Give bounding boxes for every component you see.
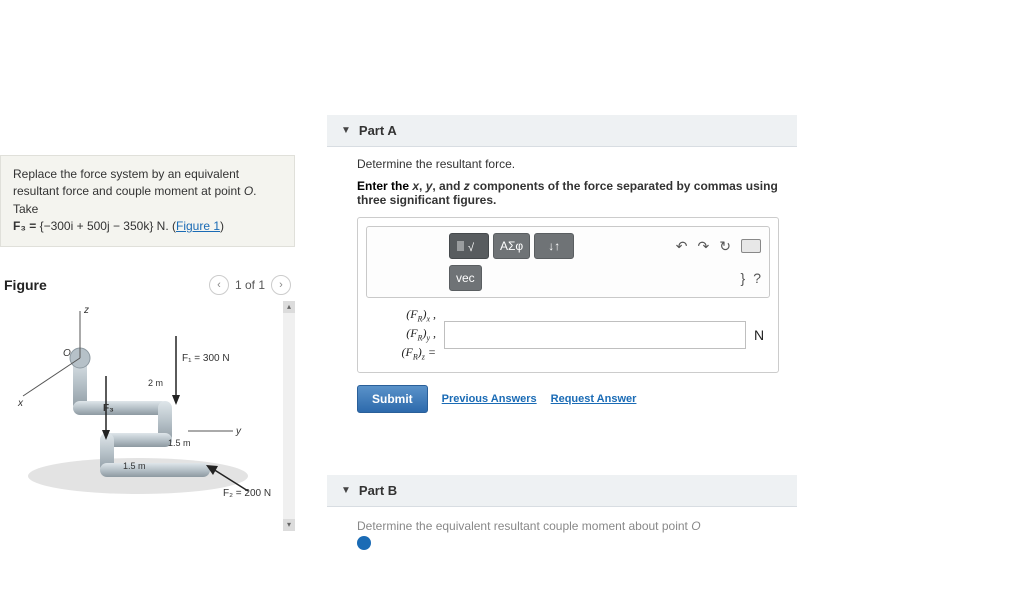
part-a-prompt: Determine the resultant force.: [357, 157, 779, 171]
figure-scrollbar[interactable]: ▴ ▾: [283, 301, 295, 531]
force-unit: N. (: [153, 219, 176, 233]
part-a-hint: Enter the x, y, and z components of the …: [357, 179, 779, 207]
request-answer-link[interactable]: Request Answer: [551, 393, 637, 405]
submit-button[interactable]: Submit: [357, 385, 428, 413]
redo-icon[interactable]: ↷: [698, 238, 710, 255]
figure-title: Figure: [4, 277, 47, 293]
part-a-title: Part A: [359, 123, 397, 138]
reset-icon[interactable]: ↻: [719, 238, 731, 255]
fr-components-label: (FR)x , (FR)y , (FR)z =: [366, 306, 436, 364]
scripts-button[interactable]: ↓↑: [534, 233, 574, 259]
part-b-header[interactable]: ▼ Part B: [327, 475, 797, 507]
svg-text:y: y: [235, 426, 242, 437]
svg-text:2 m: 2 m: [148, 378, 163, 388]
problem-statement: Replace the force system by an equivalen…: [0, 155, 295, 247]
svg-text:1.5 m: 1.5 m: [123, 461, 146, 471]
unit-label: N: [754, 327, 770, 343]
collapse-icon: ▼: [341, 125, 351, 136]
svg-text:F₂ = 200 N: F₂ = 200 N: [223, 488, 271, 499]
svg-text:x: x: [17, 398, 24, 409]
figure-diagram: z x y O F₁ = 300 N F₂ = 200 N F₃ 2 m 1.5…: [8, 301, 288, 521]
answer-input[interactable]: [444, 321, 746, 349]
figure-link[interactable]: Figure 1: [176, 219, 220, 233]
part-b-title: Part B: [359, 483, 397, 498]
svg-text:√: √: [468, 242, 475, 254]
figure-next-button[interactable]: ›: [271, 275, 291, 295]
figure-count: 1 of 1: [235, 278, 265, 292]
svg-text:F₃: F₃: [103, 403, 114, 414]
keyboard-icon[interactable]: [741, 239, 761, 253]
part-a-header[interactable]: ▼ Part A: [327, 115, 797, 147]
help-icon[interactable]: ?: [753, 270, 761, 286]
svg-text:F₁ = 300 N: F₁ = 300 N: [182, 353, 230, 364]
math-toolbar: √ ΑΣφ ↓↑ ↶ ↷ ↻ vec: [366, 226, 770, 298]
svg-text:1.5 m: 1.5 m: [168, 438, 191, 448]
figure-prev-button[interactable]: ‹: [209, 275, 229, 295]
greek-button[interactable]: ΑΣφ: [493, 233, 530, 259]
scroll-up-icon[interactable]: ▴: [283, 301, 295, 313]
svg-text:z: z: [83, 305, 89, 316]
vec-button[interactable]: vec: [449, 265, 482, 291]
close-paren: ): [220, 219, 224, 233]
point-o: O: [244, 184, 253, 198]
figure-panel: z x y O F₁ = 300 N F₂ = 200 N F₃ 2 m 1.5…: [0, 301, 295, 531]
part-b-prompt: Determine the equivalent resultant coupl…: [357, 519, 701, 533]
template-picker-button[interactable]: √: [449, 233, 489, 259]
collapse-icon: ▼: [341, 485, 351, 496]
help-brace[interactable]: }: [741, 270, 746, 286]
svg-text:O: O: [63, 348, 71, 359]
force-lhs: F₃ =: [13, 219, 40, 233]
problem-text-1: Replace the force system by an equivalen…: [13, 167, 244, 198]
force-vec: {−300i + 500j − 350k}: [40, 219, 154, 233]
info-dot-icon[interactable]: [357, 536, 371, 550]
part-b-prompt-row: Determine the equivalent resultant coupl…: [327, 507, 797, 550]
undo-icon[interactable]: ↶: [676, 238, 688, 255]
previous-answers-link[interactable]: Previous Answers: [442, 393, 537, 405]
answer-box: √ ΑΣφ ↓↑ ↶ ↷ ↻ vec: [357, 217, 779, 373]
scroll-down-icon[interactable]: ▾: [283, 519, 295, 531]
